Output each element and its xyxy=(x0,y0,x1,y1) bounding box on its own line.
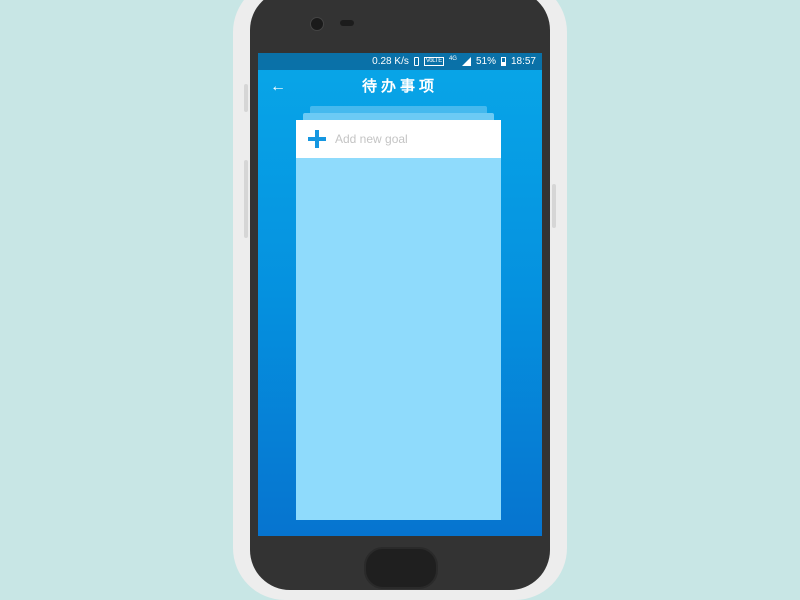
page-title: 待办事项 xyxy=(361,78,438,95)
goal-card-header xyxy=(296,120,501,158)
app-screen: 0.28 K/s VoLTE 4G 51% 18:57 ← 待办事项 xyxy=(258,53,542,536)
front-camera xyxy=(310,17,324,31)
network-speed: 0.28 K/s xyxy=(372,56,409,67)
network-type: 4G xyxy=(448,55,457,62)
battery-percent: 51% xyxy=(475,56,496,67)
plus-icon[interactable] xyxy=(304,126,330,152)
status-bar: 0.28 K/s VoLTE 4G 51% 18:57 xyxy=(258,53,542,70)
battery-icon xyxy=(500,57,506,66)
phone-side-button-left-upper xyxy=(244,84,248,112)
home-button[interactable] xyxy=(364,547,438,589)
phone-side-button-left-lower xyxy=(244,160,248,238)
status-time: 18:57 xyxy=(510,56,536,67)
phone-icon xyxy=(413,57,419,66)
new-goal-input[interactable] xyxy=(333,131,497,147)
goal-card xyxy=(296,120,501,520)
phone-side-button-right xyxy=(552,184,556,228)
earpiece-speaker xyxy=(340,20,354,26)
signal-icon xyxy=(461,57,471,66)
volte-indicator: VoLTE xyxy=(423,57,444,66)
